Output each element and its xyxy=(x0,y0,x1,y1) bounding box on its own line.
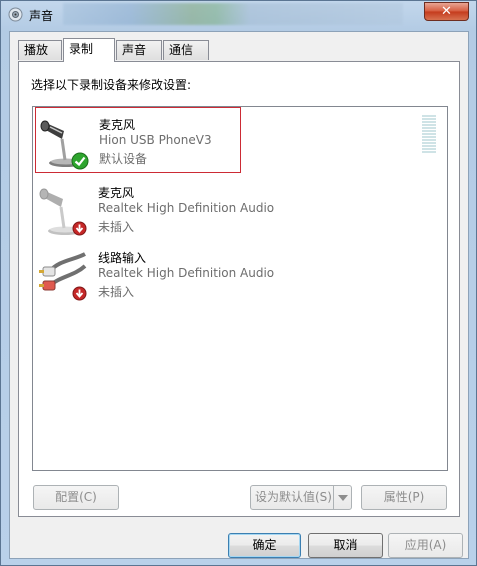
tab-sounds[interactable]: 声音 xyxy=(116,40,162,60)
chevron-down-icon xyxy=(338,495,348,501)
unplugged-badge-icon xyxy=(72,286,87,301)
close-button[interactable]: ✕ xyxy=(424,2,469,21)
speaker-app-icon xyxy=(8,7,23,22)
tab-playback[interactable]: 播放 xyxy=(18,40,62,60)
set-default-split-button[interactable]: 设为默认值(S) xyxy=(250,485,352,510)
device-item-realtek-microphone[interactable]: 麦克风 Realtek High Definition Audio 未插入 xyxy=(35,176,435,242)
properties-button[interactable]: 属性(P) xyxy=(361,485,447,510)
device-status: 未插入 xyxy=(98,220,135,234)
device-item-line-in[interactable]: 线路输入 Realtek High Definition Audio 未插入 xyxy=(35,241,435,307)
ok-button[interactable]: 确定 xyxy=(228,533,301,558)
device-driver: Hion USB PhoneV3 xyxy=(99,133,212,147)
device-name: 线路输入 xyxy=(98,251,147,265)
configure-button[interactable]: 配置(C) xyxy=(33,485,119,510)
dialog-client-area: 播放 录制 声音 通信 选择以下录制设备来修改设置: 麦克风 Hion USB … xyxy=(9,31,469,559)
blurred-background-region xyxy=(63,3,403,25)
tab-sounds-label: 声音 xyxy=(122,43,147,57)
tab-communications-label: 通信 xyxy=(169,43,194,57)
device-status: 未插入 xyxy=(98,285,135,299)
close-icon: ✕ xyxy=(441,4,452,19)
set-default-label: 设为默认值(S) xyxy=(255,490,332,504)
device-name: 麦克风 xyxy=(98,186,135,200)
unplugged-badge-icon xyxy=(72,221,87,236)
cancel-button[interactable]: 取消 xyxy=(308,533,383,558)
device-status: 默认设备 xyxy=(99,152,148,166)
input-level-meter xyxy=(422,115,436,155)
sound-dialog-window: 声音 ✕ 播放 录制 声音 通信 选择以下录制设备来修改设置: 麦克风 Hion… xyxy=(0,0,477,566)
check-badge-icon xyxy=(71,152,89,170)
tab-recording-label: 录制 xyxy=(69,42,94,56)
set-default-dropdown-arrow[interactable] xyxy=(333,486,352,509)
tab-recording[interactable]: 录制 xyxy=(63,38,115,62)
device-item-hion-microphone[interactable]: 麦克风 Hion USB PhoneV3 默认设备 xyxy=(35,107,241,173)
tab-playback-label: 播放 xyxy=(24,43,49,57)
tab-communications[interactable]: 通信 xyxy=(163,40,209,60)
recording-tab-panel: 选择以下录制设备来修改设置: 麦克风 Hion USB PhoneV3 默认设备… xyxy=(18,61,460,517)
device-driver: Realtek High Definition Audio xyxy=(98,266,275,280)
device-driver: Realtek High Definition Audio xyxy=(98,201,275,215)
instruction-text: 选择以下录制设备来修改设置: xyxy=(31,78,192,92)
recording-device-list[interactable]: 麦克风 Hion USB PhoneV3 默认设备 麦克风 Realtek Hi… xyxy=(32,106,448,471)
title-bar[interactable]: 声音 ✕ xyxy=(1,1,476,29)
apply-button[interactable]: 应用(A) xyxy=(388,533,463,558)
window-title: 声音 xyxy=(29,9,54,23)
device-name: 麦克风 xyxy=(99,118,136,132)
